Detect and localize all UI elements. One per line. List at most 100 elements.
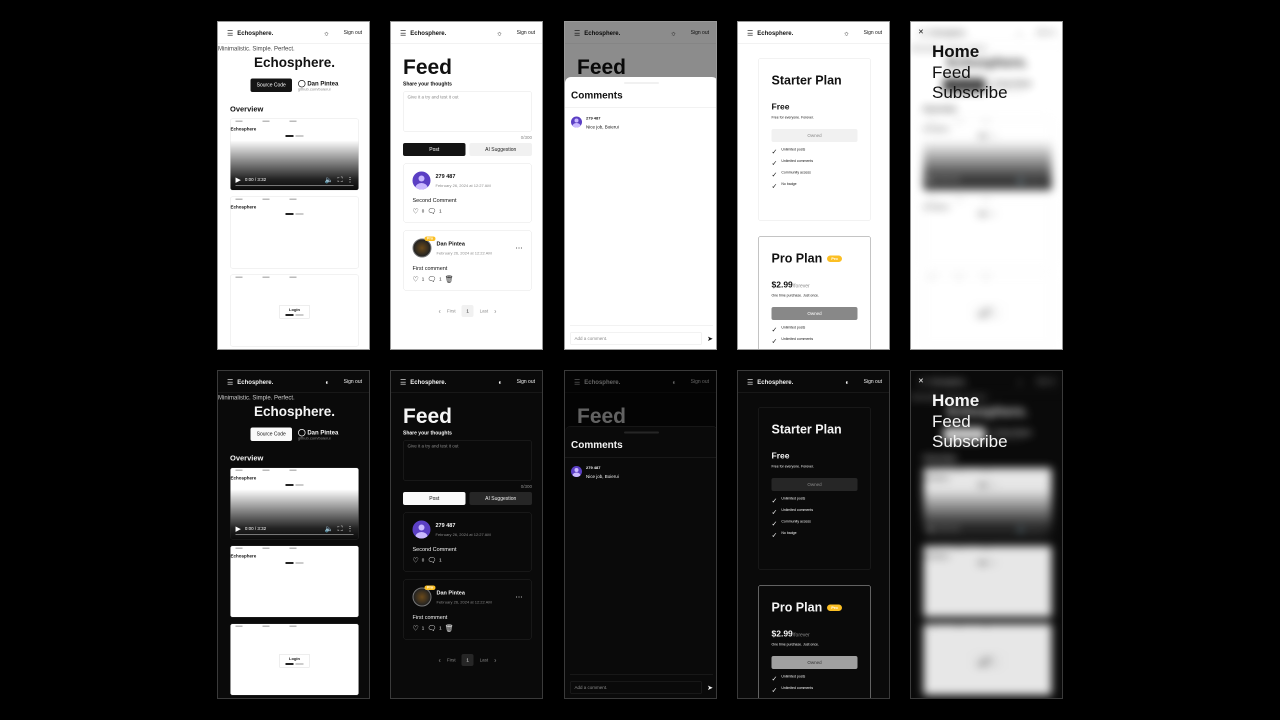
close-icon[interactable]: ✕ <box>918 28 924 35</box>
thought-input[interactable]: Give it a try and test it out <box>403 440 532 481</box>
avatar[interactable] <box>412 520 431 539</box>
brand-logo[interactable]: Echosphere. <box>410 29 446 36</box>
delete-icon[interactable]: 🗑 <box>445 625 454 632</box>
avatar[interactable] <box>571 116 582 128</box>
sign-out-link[interactable]: Sign out <box>517 379 535 385</box>
hamburger-menu-icon[interactable]: ☰ <box>227 29 233 36</box>
author-link[interactable]: ◯ Dan Pintea github.com/boierui <box>298 428 339 440</box>
like-icon[interactable]: ♡ <box>413 625 419 632</box>
menu-item-home[interactable]: Home <box>932 391 979 411</box>
send-icon[interactable]: ➤ <box>707 335 713 342</box>
last-page-link[interactable]: Last <box>480 309 489 314</box>
source-code-button[interactable]: Source Code <box>250 78 292 92</box>
owned-button[interactable]: Owned <box>771 129 858 142</box>
menu-item-feed[interactable]: Feed <box>932 412 971 432</box>
brand-logo[interactable]: Echosphere. <box>237 29 273 36</box>
feature-item: ✓Community access <box>772 171 858 178</box>
post-author[interactable]: Dan Pintea <box>437 241 465 247</box>
chevron-right-icon[interactable]: › <box>494 308 496 315</box>
check-icon: ✓ <box>771 337 778 345</box>
menu-item-subscribe[interactable]: Subscribe <box>932 432 1008 452</box>
ai-suggestion-button[interactable]: AI Suggestion <box>469 492 532 505</box>
play-icon[interactable]: ▶ <box>236 525 241 532</box>
menu-item-subscribe[interactable]: Subscribe <box>932 83 1008 103</box>
brand-logo[interactable]: Echosphere. <box>757 378 793 385</box>
sign-out-link[interactable]: Sign out <box>864 30 882 36</box>
author-link[interactable]: ◯ Dan Pintea github.com/boierui <box>298 79 339 91</box>
like-icon[interactable]: ♡ <box>413 208 419 215</box>
sign-out-link[interactable]: Sign out <box>864 379 882 385</box>
send-icon[interactable]: ➤ <box>707 684 713 691</box>
hamburger-menu-icon[interactable]: ☰ <box>400 378 406 385</box>
sign-out-link[interactable]: Sign out <box>344 30 362 36</box>
sign-out-link[interactable]: Sign out <box>517 30 535 36</box>
comment-icon[interactable]: 🗨 <box>427 625 436 632</box>
video-progress[interactable] <box>235 534 354 535</box>
sign-out-link[interactable]: Sign out <box>344 379 362 385</box>
page-1[interactable]: 1 <box>461 654 474 666</box>
overview-thumbnail[interactable]: Login <box>230 274 359 347</box>
avatar[interactable]: Pro <box>412 236 436 258</box>
thought-input[interactable]: Give it a try and test it out <box>403 91 532 132</box>
sun-icon[interactable]: ☼ <box>496 29 502 36</box>
chevron-left-icon[interactable]: ‹ <box>439 308 441 315</box>
like-icon[interactable]: ♡ <box>413 276 419 283</box>
hamburger-menu-icon[interactable]: ☰ <box>747 29 753 36</box>
brand-logo[interactable]: Echosphere. <box>757 29 793 36</box>
play-icon[interactable]: ▶ <box>236 176 241 183</box>
comment-icon[interactable]: 🗨 <box>427 276 436 283</box>
overview-thumbnail[interactable]: Login <box>230 623 359 696</box>
chevron-right-icon[interactable]: › <box>494 657 496 664</box>
post-author[interactable]: Dan Pintea <box>437 590 465 596</box>
comment-icon[interactable]: 🗨 <box>427 208 436 215</box>
video-progress[interactable] <box>235 185 354 186</box>
owned-button[interactable]: Owned <box>771 307 858 320</box>
volume-icon[interactable]: 🔈 <box>325 176 334 183</box>
owned-button[interactable]: Owned <box>771 478 858 491</box>
chevron-left-icon[interactable]: ‹ <box>439 657 441 664</box>
last-page-link[interactable]: Last <box>480 658 489 663</box>
post-button[interactable]: Post <box>403 492 466 505</box>
fullscreen-icon[interactable]: ⛶ <box>338 176 343 183</box>
overview-thumbnail[interactable]: Echosphere <box>230 545 359 618</box>
hamburger-menu-icon[interactable]: ☰ <box>227 378 233 385</box>
post-author[interactable]: 279 487 <box>436 174 456 180</box>
more-options-icon[interactable]: ⋯ <box>516 245 523 252</box>
avatar[interactable] <box>412 171 431 190</box>
volume-icon[interactable]: 🔈 <box>325 525 334 532</box>
theme-toggle-icon[interactable]: ◐ <box>845 378 849 385</box>
more-icon[interactable]: ⋮ <box>347 176 354 183</box>
avatar[interactable]: Pro <box>412 585 436 607</box>
sun-icon[interactable]: ☼ <box>323 29 329 36</box>
hamburger-menu-icon[interactable]: ☰ <box>747 378 753 385</box>
more-options-icon[interactable]: ⋯ <box>516 594 523 601</box>
like-icon[interactable]: ♡ <box>413 557 419 564</box>
source-code-button[interactable]: Source Code <box>250 427 292 441</box>
theme-toggle-icon[interactable]: ◐ <box>498 378 502 385</box>
page-1[interactable]: 1 <box>461 305 474 317</box>
comment-input[interactable]: Add a comment. <box>570 332 703 345</box>
avatar[interactable] <box>571 466 582 477</box>
menu-item-home[interactable]: Home <box>932 42 979 62</box>
brand-logo[interactable]: Echosphere. <box>410 378 446 385</box>
owned-button[interactable]: Owned <box>771 656 858 669</box>
ai-suggestion-button[interactable]: AI Suggestion <box>469 143 532 156</box>
first-page-link[interactable]: First <box>447 658 456 663</box>
fullscreen-icon[interactable]: ⛶ <box>338 525 343 532</box>
menu-item-feed[interactable]: Feed <box>932 63 971 83</box>
close-icon[interactable]: ✕ <box>918 377 924 384</box>
comment-icon[interactable]: 🗨 <box>427 557 436 564</box>
post-button[interactable]: Post <box>403 143 466 156</box>
post-author[interactable]: 279 487 <box>436 523 456 529</box>
comment-input[interactable]: Add a comment. <box>570 681 703 694</box>
overview-video[interactable]: Echosphere ▶ 0:00 / 3:32 🔈 ⛶ ⋮ <box>230 118 359 191</box>
brand-logo[interactable]: Echosphere. <box>237 378 273 385</box>
more-icon[interactable]: ⋮ <box>347 525 354 532</box>
delete-icon[interactable]: 🗑 <box>445 276 454 283</box>
overview-video[interactable]: Echosphere ▶ 0:00 / 3:32 🔈 ⛶ ⋮ <box>230 467 359 540</box>
theme-toggle-icon[interactable]: ◐ <box>325 378 329 385</box>
sun-icon[interactable]: ☼ <box>843 29 849 36</box>
overview-thumbnail[interactable]: Echosphere <box>230 196 359 269</box>
first-page-link[interactable]: First <box>447 309 456 314</box>
hamburger-menu-icon[interactable]: ☰ <box>400 29 406 36</box>
